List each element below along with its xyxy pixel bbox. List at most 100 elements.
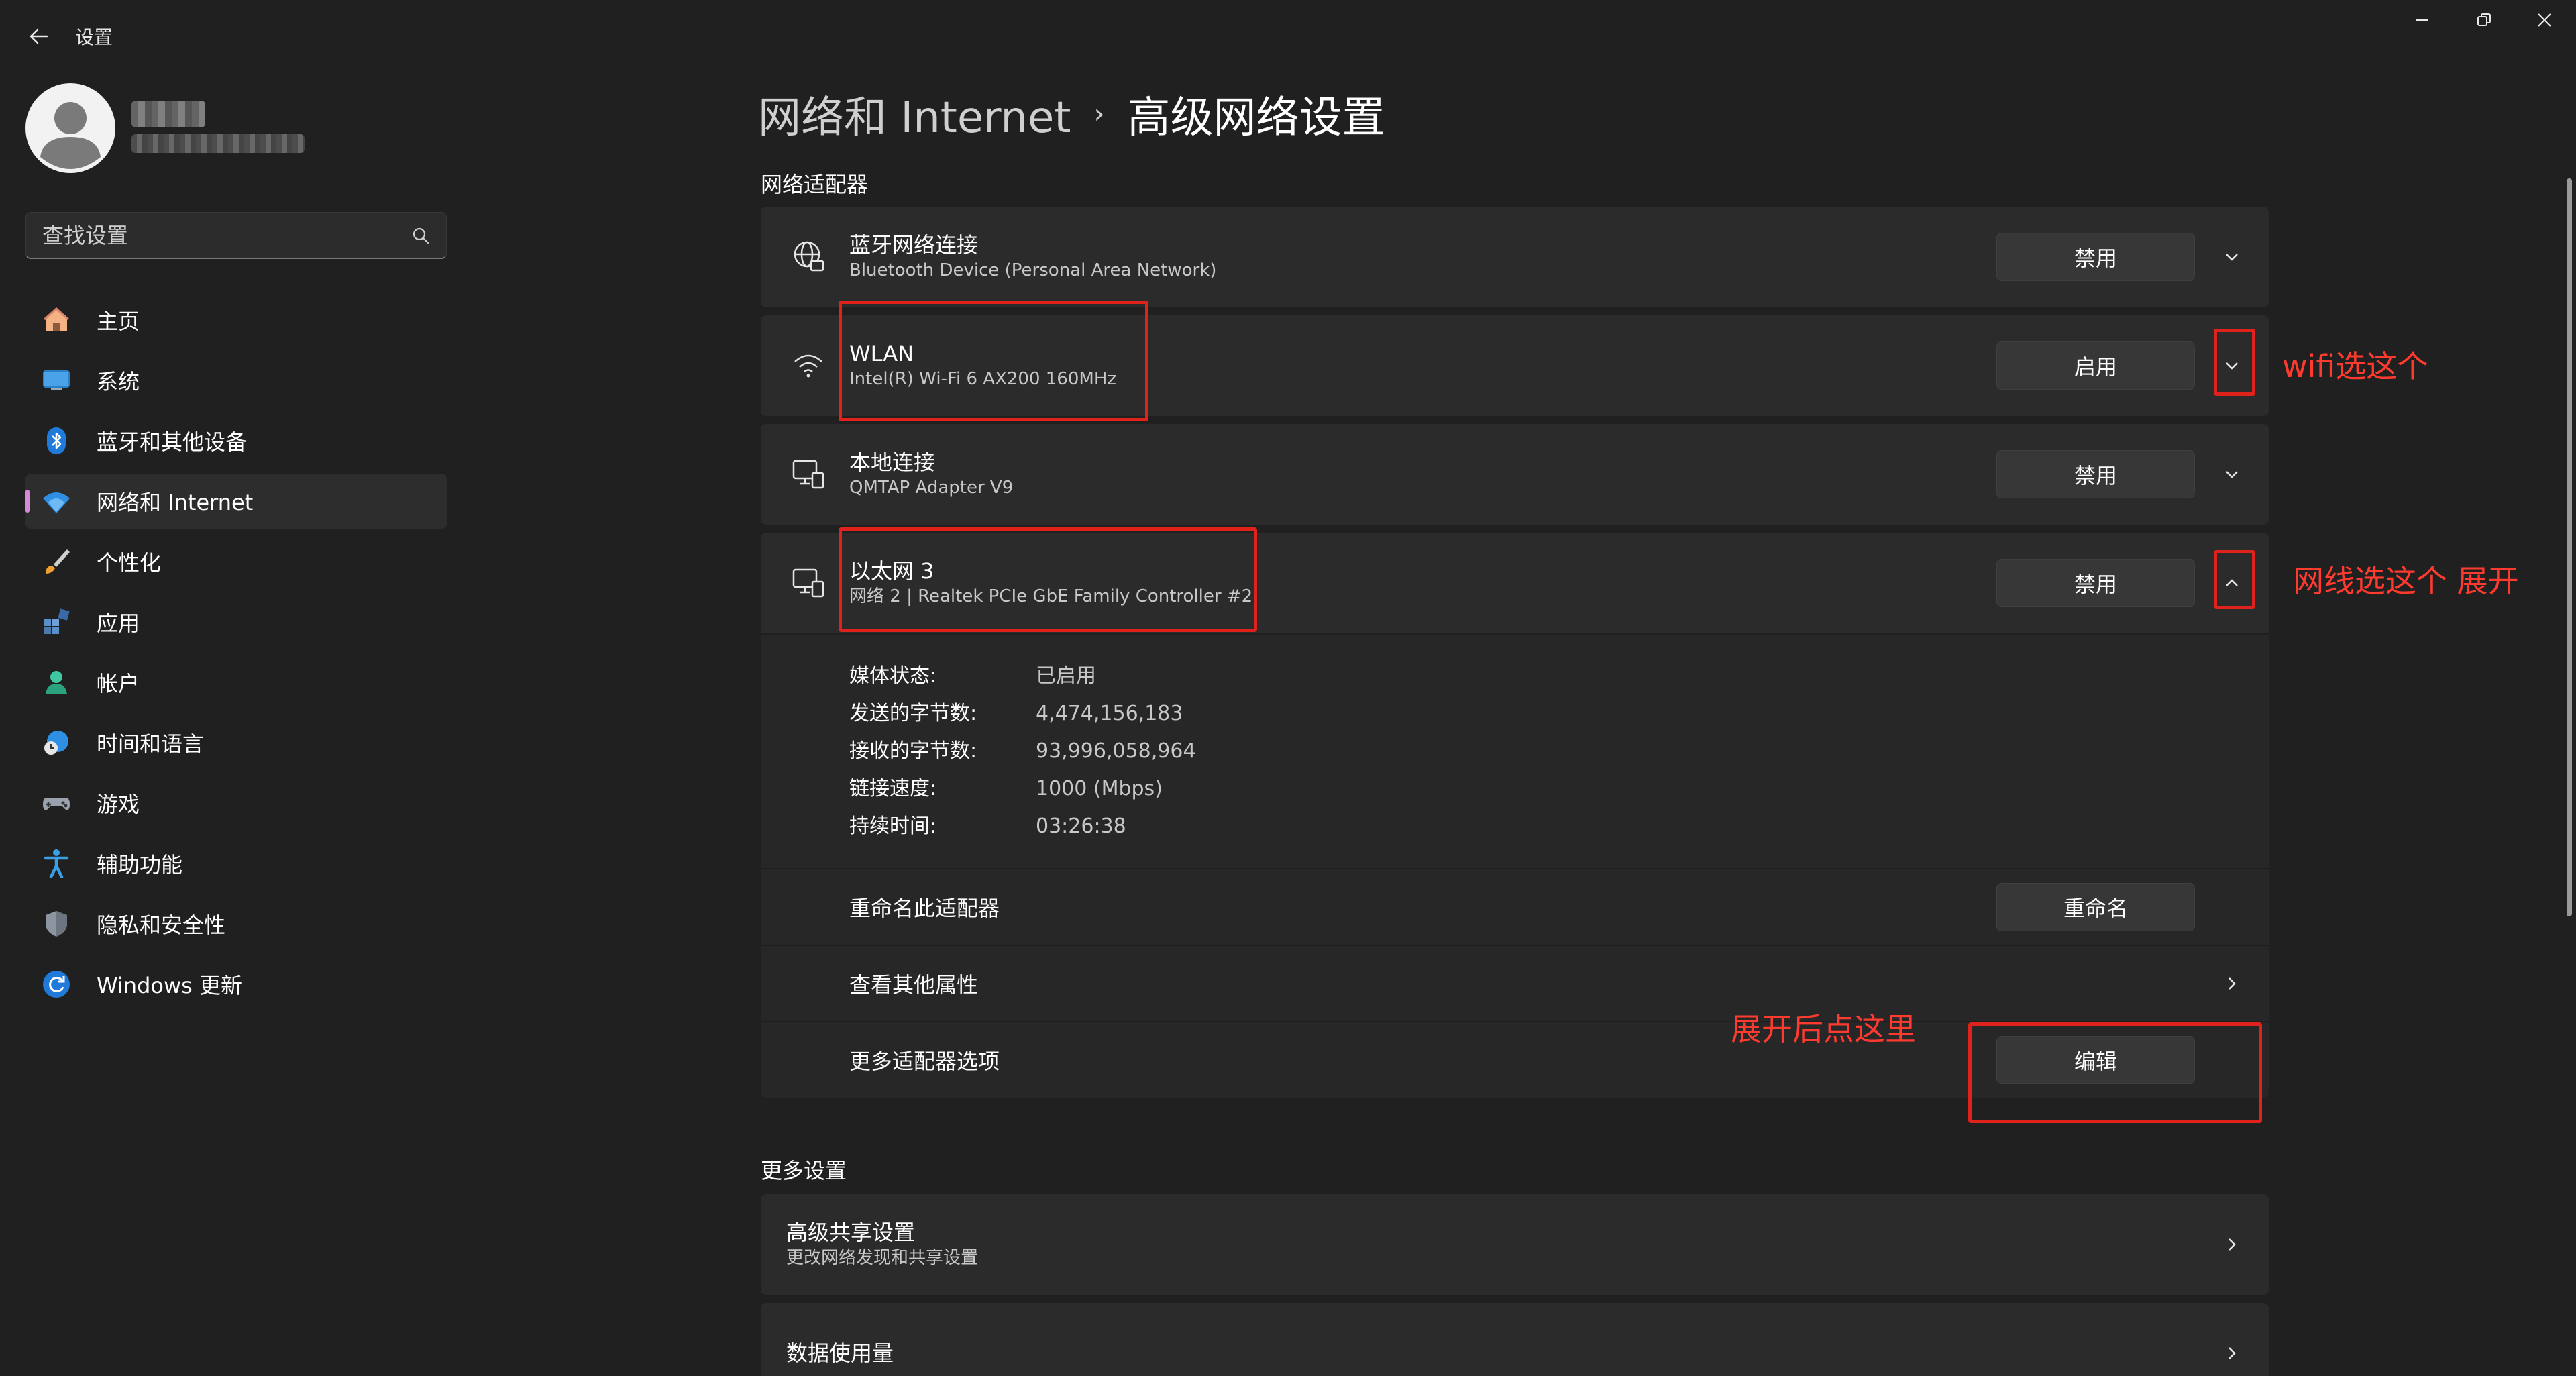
setting-title: 高级共享设置 (786, 1220, 916, 1245)
ethernet-monitor-icon (785, 451, 832, 498)
adapter-title: WLAN (849, 341, 914, 366)
sidebar-item-accounts[interactable]: 帐户 (25, 655, 447, 710)
detail-row: 媒体状态: 已启用 (849, 664, 1096, 688)
sidebar-item-accessibility[interactable]: 辅助功能 (25, 836, 447, 891)
user-email-blurred (131, 134, 305, 153)
search-icon[interactable] (411, 226, 430, 245)
advanced-sharing-card[interactable]: 高级共享设置 更改网络发现和共享设置 (761, 1194, 2269, 1295)
adapter-subtitle: QMTAP Adapter V9 (849, 478, 1014, 498)
sidebar-item-personalization[interactable]: 个性化 (25, 534, 447, 589)
home-icon (40, 304, 72, 336)
chevron-right-button[interactable] (2202, 1323, 2262, 1376)
sidebar-item-gaming[interactable]: 游戏 (25, 776, 447, 831)
detail-row: 接收的字节数: 93,996,058,964 (849, 739, 1196, 763)
chevron-right-icon (2229, 1347, 2236, 1359)
apps-icon (40, 606, 72, 638)
sidebar-item-windows-update[interactable]: Windows 更新 (25, 957, 447, 1012)
adapter-card-bluetooth[interactable]: 蓝牙网络连接 Bluetooth Device (Personal Area N… (761, 207, 2269, 307)
adapter-title: 本地连接 (849, 449, 936, 475)
bluetooth-icon (40, 425, 72, 457)
paintbrush-icon (40, 545, 72, 578)
app-title: 设置 (75, 26, 113, 48)
adapter-title: 以太网 3 (849, 558, 934, 584)
chevron-right-button[interactable] (2202, 1214, 2262, 1275)
sidebar-item-apps[interactable]: 应用 (25, 594, 447, 649)
wifi-icon (785, 342, 832, 389)
sidebar-item-network[interactable]: 网络和 Internet (25, 474, 447, 529)
annotation-wifi: wifi选这个 (2282, 348, 2428, 384)
disable-button[interactable]: 禁用 (1996, 233, 2195, 281)
adapter-subtitle: Bluetooth Device (Personal Area Network) (849, 260, 1217, 280)
clock-globe-icon (40, 727, 72, 759)
globe-network-icon (785, 233, 832, 280)
page-title: 高级网络设置 (1127, 93, 1385, 143)
close-icon (2538, 13, 2551, 27)
more-adapter-options-row: 更多适配器选项 编辑 (761, 1021, 2269, 1098)
adapter-details: 媒体状态: 已启用 发送的字节数: 4,474,156,183 接收的字节数: 93,… (761, 635, 2269, 868)
breadcrumb-separator: › (1093, 99, 1105, 129)
expand-button[interactable] (2202, 444, 2262, 505)
setting-subtitle: 更改网络发现和共享设置 (786, 1248, 979, 1268)
annotation-edit: 展开后点这里 (1731, 1011, 1916, 1047)
chevron-down-icon (2226, 362, 2238, 370)
adapter-card-wlan[interactable]: WLAN Intel(R) Wi-Fi 6 AX200 160MHz 启用 (761, 315, 2269, 416)
rename-adapter-row: 重命名此适配器 重命名 (761, 868, 2269, 945)
back-arrow-icon (30, 28, 48, 44)
close-button[interactable] (2508, 0, 2576, 40)
restore-icon (2477, 13, 2491, 26)
setting-title: 数据使用量 (786, 1340, 894, 1366)
rename-button[interactable]: 重命名 (1996, 883, 2195, 931)
sidebar-item-time-language[interactable]: 时间和语言 (25, 715, 447, 770)
expand-button[interactable] (2202, 335, 2262, 396)
person-icon (40, 666, 72, 698)
title-bar (0, 0, 2576, 67)
chevron-up-icon (2226, 579, 2238, 586)
enable-button[interactable]: 启用 (1996, 341, 2195, 390)
sidebar-item-privacy[interactable]: 隐私和安全性 (25, 896, 447, 951)
detail-row: 持续时间: 03:26:38 (849, 814, 1126, 838)
accessibility-icon (40, 847, 72, 880)
refresh-icon (40, 968, 72, 1000)
chevron-down-icon (2226, 254, 2238, 261)
sidebar-item-system[interactable]: 系统 (25, 353, 447, 408)
shield-icon (40, 908, 72, 940)
sidebar-item-bluetooth[interactable]: 蓝牙和其他设备 (25, 413, 447, 468)
user-avatar[interactable] (25, 83, 115, 173)
view-properties-row[interactable]: 查看其他属性 (761, 945, 2269, 1021)
annotation-ethernet: 网线选这个 展开 (2293, 563, 2519, 599)
adapter-actions: 重命名此适配器 重命名 查看其他属性 更多适配器选项 编辑 (761, 868, 2269, 1098)
collapse-button[interactable] (2202, 553, 2262, 613)
breadcrumb: 网络和 Internet › 高级网络设置 (758, 83, 1385, 145)
adapter-card-local[interactable]: 本地连接 QMTAP Adapter V9 禁用 (761, 424, 2269, 525)
detail-row: 发送的字节数: 4,474,156,183 (849, 702, 1183, 725)
sidebar-item-home[interactable]: 主页 (25, 293, 447, 348)
ethernet-monitor-icon (785, 560, 832, 606)
minimize-icon (2416, 19, 2428, 21)
system-display-icon (40, 364, 72, 396)
data-usage-card[interactable]: 数据使用量 (761, 1303, 2269, 1376)
breadcrumb-parent[interactable]: 网络和 Internet (758, 83, 1071, 145)
adapter-card-ethernet3[interactable]: 以太网 3 网络 2 | Realtek PCIe GbE Family Con… (761, 533, 2269, 633)
adapter-title: 蓝牙网络连接 (849, 232, 979, 258)
settings-search-input[interactable] (42, 222, 411, 248)
sidebar-nav: 主页 系统 蓝牙和其他设备 网络和 Internet 个性化 应用 帐户 时间和… (25, 293, 447, 1017)
edit-button[interactable]: 编辑 (1996, 1036, 2195, 1084)
disable-button[interactable]: 禁用 (1996, 559, 2195, 607)
wifi-icon (40, 485, 72, 517)
adapters-section-title: 网络适配器 (761, 172, 869, 197)
user-name-blurred (131, 101, 205, 127)
more-settings-section-title: 更多设置 (761, 1158, 847, 1183)
back-button[interactable] (19, 17, 59, 55)
settings-search-box[interactable] (25, 212, 447, 259)
adapter-subtitle: Intel(R) Wi-Fi 6 AX200 160MHz (849, 369, 1117, 389)
scrollbar[interactable] (2567, 178, 2572, 916)
chevron-right-icon (2229, 1238, 2236, 1251)
person-silhouette-icon (40, 102, 101, 169)
chevron-down-icon (2226, 471, 2238, 478)
expand-button[interactable] (2202, 227, 2262, 287)
chevron-right-button[interactable] (2202, 953, 2262, 1014)
disable-button[interactable]: 禁用 (1996, 450, 2195, 498)
chevron-right-icon (2229, 977, 2236, 990)
detail-row: 链接速度: 1000 (Mbps) (849, 777, 1163, 800)
adapter-subtitle: 网络 2 | Realtek PCIe GbE Family Controlle… (849, 586, 1253, 606)
